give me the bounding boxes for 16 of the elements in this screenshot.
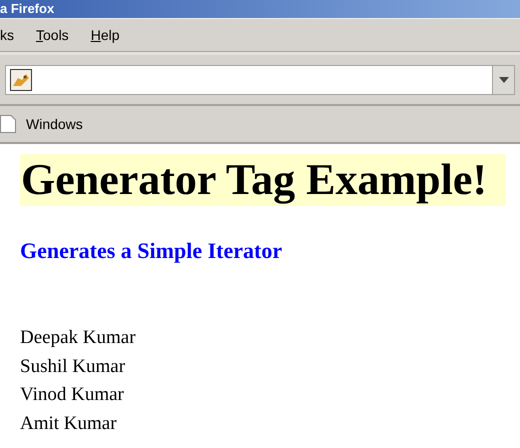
name-text: Sushil Kumar bbox=[20, 354, 126, 378]
bookmark-item[interactable]: Windows bbox=[0, 114, 83, 134]
favicon-icon bbox=[10, 68, 32, 90]
menu-item[interactable]: Help bbox=[90, 24, 120, 46]
page-subheading: Generates a Simple Iterator bbox=[20, 237, 284, 265]
dropdown-button[interactable] bbox=[492, 66, 514, 94]
name-text: Vinod Kumar bbox=[20, 383, 125, 407]
menu-item[interactable]: Tools bbox=[36, 24, 69, 46]
caret-icon bbox=[498, 76, 508, 82]
address-field[interactable] bbox=[5, 64, 515, 94]
window-title: a Firefox bbox=[0, 0, 54, 18]
name-text: Deepak Kumar bbox=[20, 326, 137, 350]
menu-item[interactable]: ks bbox=[0, 24, 14, 46]
page-icon bbox=[0, 115, 16, 133]
name-text: Amit Kumar bbox=[20, 412, 118, 436]
page-heading: Generator Tag Example! bbox=[20, 154, 506, 206]
